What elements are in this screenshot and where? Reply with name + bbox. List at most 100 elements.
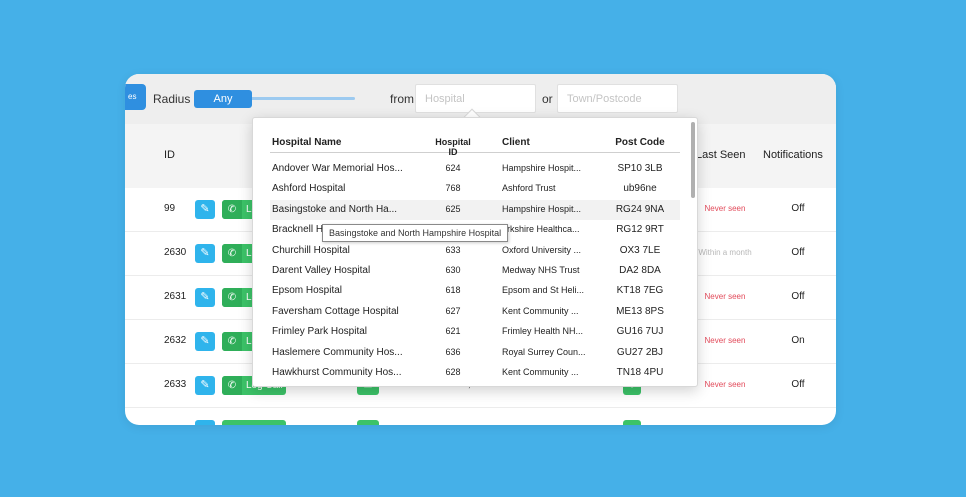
option-id: 618: [445, 285, 461, 296]
option-client: Hampshire Hospit...: [502, 203, 582, 214]
option-client: Epsom and St Heli...: [502, 285, 585, 296]
row-id: 2633: [164, 379, 187, 390]
option-name: Churchill Hospital: [272, 244, 350, 256]
option-post-code: SP10 3LB: [617, 163, 663, 174]
pencil-icon: ✎: [200, 335, 210, 347]
dropdown-option[interactable]: Faversham Cottage Hospital 627 Kent Commun…: [270, 302, 680, 322]
side-tab[interactable]: es: [125, 84, 146, 110]
table-row[interactable]: [125, 408, 836, 425]
dropdown-option[interactable]: Churchill Hospital 633 Oxford University .…: [270, 241, 680, 261]
phone-icon: ✆: [222, 288, 242, 307]
option-post-code: DA2 8DA: [619, 264, 661, 276]
last-seen: Never seen: [704, 204, 746, 213]
dd-header-post-code: Post Code: [615, 137, 665, 148]
edit-button[interactable]: ✎: [195, 376, 215, 395]
option-client: Royal Surrey Coun...: [502, 346, 586, 357]
row-id: 99: [164, 203, 176, 214]
dropdown-option[interactable]: Hawkhurst Community Hos... 628 Kent Commun…: [270, 363, 680, 383]
location-button[interactable]: [623, 420, 641, 425]
dd-header-client: Client: [502, 137, 530, 148]
pencil-icon: ✎: [200, 379, 210, 391]
notifications-status: Off: [791, 247, 805, 258]
option-post-code: TN18 4PU: [616, 366, 664, 378]
row-id: 2632: [164, 335, 187, 346]
option-name: Epsom Hospital: [272, 285, 343, 297]
edit-button[interactable]: ✎: [195, 244, 215, 263]
notifications-status: Off: [791, 291, 805, 302]
option-name: Frimley Park Hospital: [272, 326, 368, 338]
dropdown-list: Andover War Memorial Hos... 624 Hampshire …: [270, 159, 680, 383]
option-name: Basingstoke and North Ha...: [272, 203, 398, 215]
hover-tooltip: Basingstoke and North Hampshire Hospital: [322, 224, 509, 242]
option-post-code: GU16 7UJ: [616, 326, 664, 338]
option-client: Frimley Health NH...: [502, 326, 584, 337]
dropdown-option[interactable]: Andover War Memorial Hos... 624 Hampshire …: [270, 159, 680, 179]
header-id[interactable]: ID: [164, 149, 175, 161]
option-client: Medway NHS Trust: [502, 264, 580, 275]
option-id: 621: [445, 326, 461, 337]
pencil-icon: ✎: [200, 203, 210, 215]
dropdown-option[interactable]: Frimley Park Hospital 621 Frimley Health N…: [270, 322, 680, 342]
or-label: or: [542, 92, 553, 106]
notifications-status: On: [791, 335, 805, 346]
message-button[interactable]: [357, 420, 379, 425]
notifications-status: Off: [791, 203, 805, 214]
dropdown-header: Hospital Name Hospital ID Client Post Co…: [270, 118, 680, 157]
option-name: Haslemere Community Hos...: [272, 346, 403, 358]
hospital-input[interactable]: [415, 84, 536, 113]
option-client: erkshire Healthca...: [502, 224, 580, 235]
option-id: 628: [445, 366, 461, 377]
hospital-dropdown[interactable]: Hospital Name Hospital ID Client Post Co…: [252, 117, 698, 387]
option-id: 633: [445, 244, 461, 255]
radius-slider-thumb[interactable]: Any: [194, 90, 252, 108]
phone-icon: ✆: [222, 244, 242, 263]
option-post-code: OX3 7LE: [619, 244, 661, 256]
option-post-code: RG12 9RT: [616, 224, 664, 236]
option-client: Oxford University ...: [502, 244, 582, 255]
notifications-status: Off: [791, 379, 805, 390]
row-id: 2630: [164, 247, 187, 258]
last-seen: Never seen: [704, 380, 746, 389]
option-id: 630: [445, 264, 461, 275]
option-client: Kent Community ...: [502, 366, 579, 377]
town-postcode-input[interactable]: [557, 84, 678, 113]
option-name: Andover War Memorial Hos...: [272, 163, 403, 174]
phone-icon: ✆: [222, 332, 242, 351]
from-label: from: [390, 92, 414, 106]
dropdown-option[interactable]: Ashford Hospital 768 Ashford Trust ub96ne: [270, 179, 680, 199]
option-client: Kent Community ...: [502, 305, 579, 316]
edit-button[interactable]: ✎: [195, 332, 215, 351]
pencil-icon: ✎: [200, 247, 210, 259]
last-seen: Never seen: [704, 336, 746, 345]
option-client: Hampshire Hospit...: [502, 163, 582, 173]
header-last-seen[interactable]: Last Seen: [696, 149, 746, 161]
pencil-icon: ✎: [200, 291, 210, 303]
dropdown-option[interactable]: Basingstoke and North Ha... 625 Hampshire …: [270, 199, 680, 221]
option-client: Ashford Trust: [502, 183, 556, 194]
edit-button[interactable]: [195, 420, 215, 425]
edit-button[interactable]: ✎: [195, 288, 215, 307]
option-post-code: ub96ne: [623, 183, 657, 195]
log-call-button[interactable]: [222, 420, 286, 425]
dd-header-name: Hospital Name: [272, 137, 342, 148]
dropdown-option[interactable]: Haslemere Community Hos... 636 Royal Surre…: [270, 343, 680, 363]
dropdown-scrollbar[interactable]: [691, 122, 695, 198]
option-post-code: ME13 8PS: [616, 305, 664, 317]
last-seen: Within a month: [698, 248, 752, 257]
option-name: Darent Valley Hospital: [272, 264, 371, 276]
option-post-code: KT18 7EG: [616, 285, 664, 297]
dd-header-hospital-id: Hospital ID: [435, 137, 471, 157]
edit-button[interactable]: ✎: [195, 200, 215, 219]
option-name: Ashford Hospital: [272, 183, 346, 195]
option-name: Hawkhurst Community Hos...: [272, 366, 402, 378]
option-name: Faversham Cottage Hospital: [272, 305, 399, 317]
option-post-code: GU27 2BJ: [616, 346, 664, 358]
dropdown-option[interactable]: Darent Valley Hospital 630 Medway NHS Trus…: [270, 261, 680, 281]
row-id: 2631: [164, 291, 187, 302]
option-id: 624: [445, 163, 461, 173]
radius-label: Radius: [153, 92, 191, 106]
dropdown-option[interactable]: Epsom Hospital 618 Epsom and St Heli... KT1…: [270, 281, 680, 301]
option-id: 768: [445, 183, 461, 194]
header-notifications[interactable]: Notifications: [763, 149, 823, 161]
radius-slider-track[interactable]: [250, 97, 355, 100]
